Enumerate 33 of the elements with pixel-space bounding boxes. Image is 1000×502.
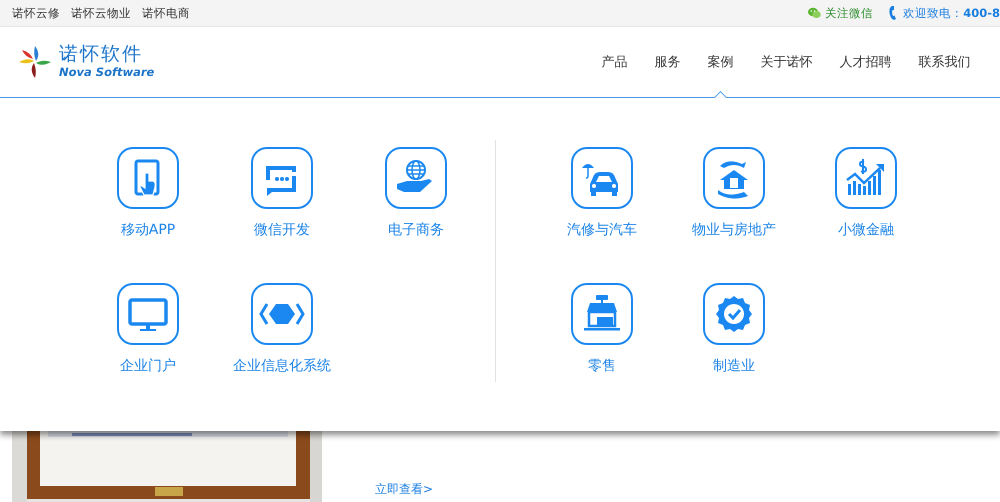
menu-item[interactable]: 零售 [570,282,634,375]
nav-item[interactable]: 关于诺怀 [747,27,826,97]
menu-item[interactable]: 物业与房地产 [692,146,776,239]
shop-icon [570,282,634,346]
house-hands-icon [702,146,766,210]
phone-text: 欢迎致电：400-8 [903,6,1000,20]
globe-hand-icon [384,146,448,210]
nav-item[interactable]: 服务 [641,27,694,97]
wechat-link[interactable]: 关注微信 [825,6,874,20]
car-umbrella-icon [570,146,634,210]
top-link[interactable]: 诺怀电商 [142,6,190,20]
tablet-touch-icon [116,146,180,210]
top-link[interactable]: 诺怀云修 [12,6,60,20]
menu-item[interactable]: 企业门户 [116,282,180,375]
logo-subtitle: Nova Software [59,67,154,79]
logo-name: 诺怀软件 [59,45,144,64]
menu-item[interactable]: 制造业 [702,282,766,375]
badge-check-icon [702,282,766,346]
menu-item[interactable]: 电子商务 [384,146,448,239]
top-link[interactable]: 诺怀云物业 [71,6,131,20]
nav-item[interactable]: 产品 [588,27,641,97]
menu-item[interactable]: 小微金融 [834,146,898,239]
menu-item[interactable]: 企业信息化系统 [233,282,331,375]
wechat-icon [808,7,822,19]
nav-item[interactable]: 联系我们 [905,27,984,97]
menu-item[interactable]: 移动APP [116,146,180,239]
growth-chart-icon [834,146,898,210]
menu-item[interactable]: 微信开发 [250,146,314,239]
view-now-link[interactable]: 立即查看> [375,481,434,498]
chat-bubble-icon [250,146,314,210]
menu-item[interactable]: 汽修与汽车 [567,146,637,239]
nav-item[interactable]: 人才招聘 [826,27,905,97]
monitor-icon [116,282,180,346]
